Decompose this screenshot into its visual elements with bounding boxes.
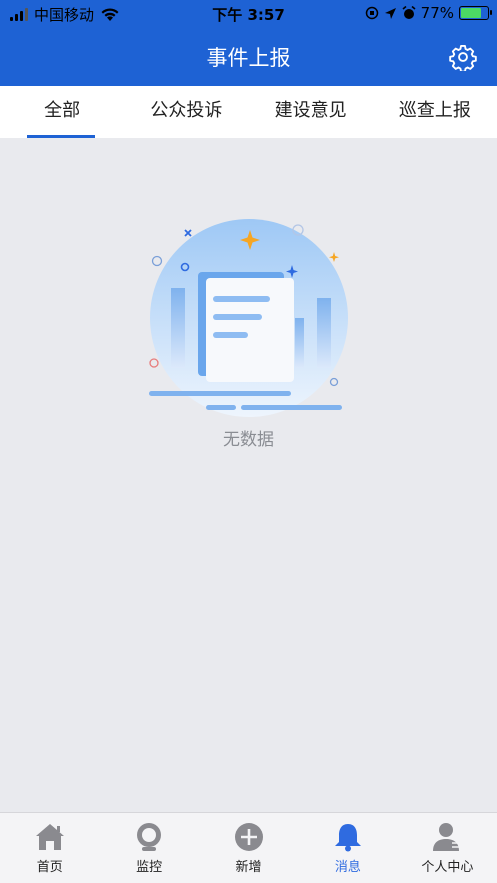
bell-icon xyxy=(334,824,361,852)
nav-add-label: 新增 xyxy=(235,860,262,875)
user-icon xyxy=(433,823,462,851)
camera-icon xyxy=(137,823,162,851)
tab-construction-suggestions[interactable]: 建设意见 xyxy=(249,86,373,138)
battery-percent: 77% xyxy=(420,4,454,22)
tab-patrol-reports[interactable]: 巡查上报 xyxy=(373,86,497,138)
nav-messages-label: 消息 xyxy=(334,860,361,875)
status-bar: 中国移动 下午 3:57 77% xyxy=(0,0,497,27)
tab-all[interactable]: 全部 xyxy=(0,86,124,138)
page-title: 事件上报 xyxy=(206,46,291,70)
nav-messages[interactable]: 消息 xyxy=(298,813,397,883)
nav-profile-label: 个人中心 xyxy=(421,860,474,875)
plus-circle-icon xyxy=(234,823,263,851)
gear-icon[interactable] xyxy=(449,43,477,71)
nav-home-label: 首页 xyxy=(36,860,63,875)
empty-document-illustration xyxy=(149,219,348,417)
battery-icon xyxy=(459,6,492,20)
app-header: 事件上报 xyxy=(0,27,497,86)
location-arrow-icon xyxy=(384,7,396,19)
nav-profile[interactable]: 个人中心 xyxy=(398,813,497,883)
nav-home[interactable]: 首页 xyxy=(0,813,99,883)
alarm-clock-icon xyxy=(402,6,416,19)
orientation-lock-icon xyxy=(365,6,378,20)
home-icon xyxy=(35,824,64,850)
status-bar-right: 77% xyxy=(365,4,492,22)
empty-state-text: 无数据 xyxy=(223,430,274,450)
category-tabs: 全部 公众投诉 建设意见 巡查上报 xyxy=(0,86,497,138)
bottom-nav: 首页 监控 新增 消息 个人中心 xyxy=(0,812,497,883)
nav-monitor[interactable]: 监控 xyxy=(99,813,198,883)
nav-monitor-label: 监控 xyxy=(136,860,163,875)
nav-add[interactable]: 新增 xyxy=(199,813,298,883)
tab-public-complaints[interactable]: 公众投诉 xyxy=(124,86,248,138)
